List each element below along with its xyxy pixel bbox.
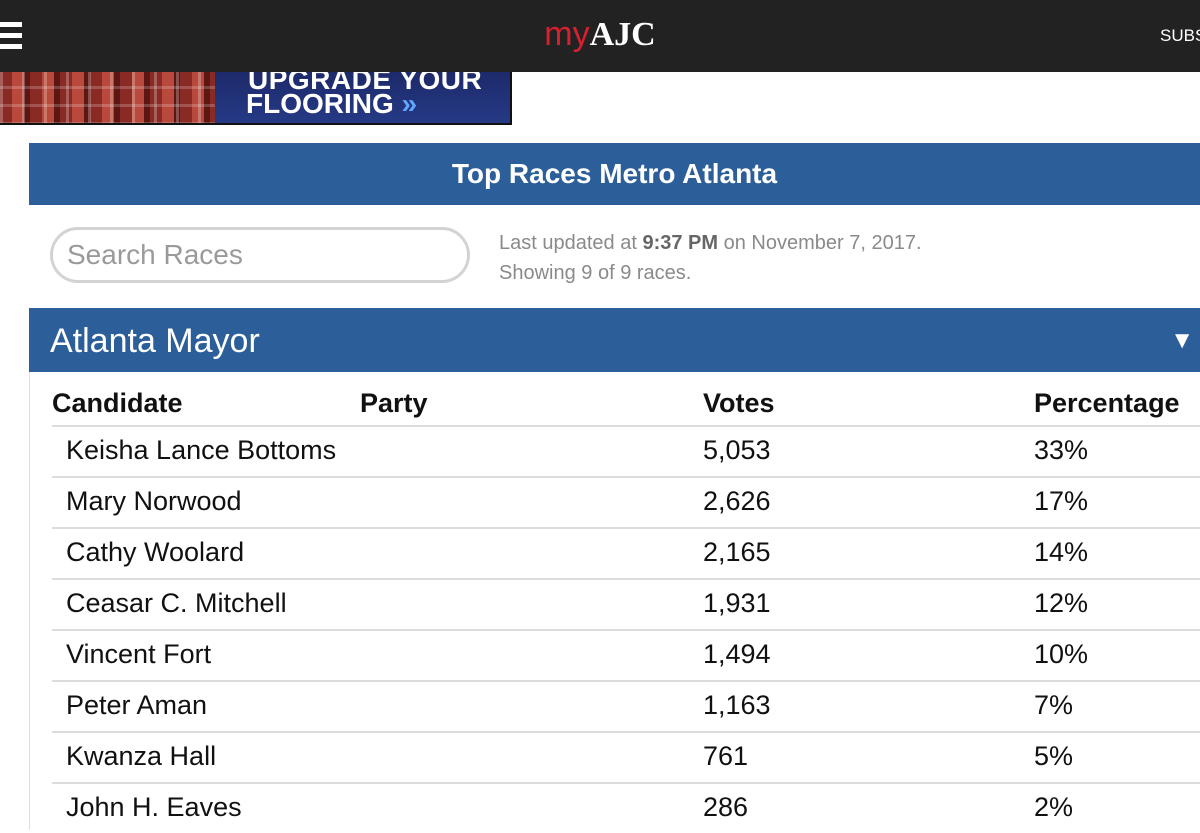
candidate-name: Mary Norwood: [66, 486, 242, 516]
candidate-percentage: 10%: [1034, 639, 1089, 669]
candidate-percentage: 12%: [1034, 588, 1089, 618]
ad-headline-line2: FLOORING »: [246, 90, 417, 118]
candidate-votes: 1,163: [703, 690, 771, 720]
race-header-atlanta-mayor[interactable]: Atlanta Mayor ▼: [29, 308, 1200, 372]
table-row: John H. Eaves 286 2%: [52, 782, 1200, 833]
candidate-votes: 2,165: [703, 537, 771, 567]
last-updated-info: Last updated at 9:37 PM on November 7, 2…: [499, 228, 922, 288]
table-row: Vincent Fort 1,494 10%: [52, 629, 1200, 680]
site-logo[interactable]: myAJC: [0, 14, 1200, 55]
candidate-percentage: 17%: [1034, 486, 1089, 516]
table-row: Cathy Woolard 2,165 14%: [52, 527, 1200, 578]
table-row: Kwanza Hall 761 5%: [52, 731, 1200, 782]
search-races-input[interactable]: [50, 227, 470, 283]
showing-count: Showing 9 of 9 races.: [499, 262, 692, 284]
race-title: Atlanta Mayor: [50, 322, 260, 360]
candidate-votes: 761: [703, 741, 749, 771]
candidate-percentage: 7%: [1034, 690, 1074, 720]
candidate-name: Peter Aman: [66, 690, 208, 720]
candidate-votes: 1,494: [703, 639, 771, 669]
candidate-votes: 1,931: [703, 588, 771, 618]
top-nav-bar: myAJC SUBS: [0, 0, 1200, 72]
logo-my-text: my: [544, 15, 590, 53]
candidate-percentage: 5%: [1034, 741, 1074, 771]
logo-ajc-text: AJC: [589, 16, 656, 53]
candidate-percentage: 14%: [1034, 537, 1089, 567]
candidate-votes: 5,053: [703, 435, 771, 465]
candidate-name: Kwanza Hall: [66, 741, 217, 771]
table-row: Ceasar C. Mitchell 1,931 12%: [52, 578, 1200, 629]
ad-arrows-icon: »: [401, 88, 418, 119]
updated-prefix: Last updated at: [499, 232, 643, 254]
candidate-name: Cathy Woolard: [66, 537, 245, 567]
table-row: Keisha Lance Bottoms 5,053 33%: [52, 425, 1200, 476]
updated-time: 9:37 PM: [642, 232, 719, 254]
collapse-toggle-icon[interactable]: ▼: [1170, 326, 1194, 356]
column-header-votes: Votes: [703, 388, 775, 418]
candidate-name: Vincent Fort: [66, 639, 212, 669]
updated-line: Last updated at 9:37 PM on November 7, 2…: [499, 228, 922, 258]
candidate-percentage: 33%: [1034, 435, 1089, 465]
candidate-votes: 286: [703, 792, 749, 822]
candidate-percentage: 2%: [1034, 792, 1074, 822]
flooring-ad-banner[interactable]: UPGRADE YOUR FLOORING »: [0, 72, 512, 125]
updated-suffix: on November 7, 2017.: [718, 232, 922, 254]
subscribe-link[interactable]: SUBS: [1160, 26, 1200, 46]
candidate-name: Ceasar C. Mitchell: [66, 588, 287, 618]
table-row: Peter Aman 1,163 7%: [52, 680, 1200, 731]
column-header-candidate: Candidate: [52, 388, 183, 418]
candidate-name: Keisha Lance Bottoms: [66, 435, 337, 465]
column-header-percentage: Percentage: [1034, 388, 1180, 418]
ad-line2-text: FLOORING: [246, 88, 394, 119]
top-races-header: Top Races Metro Atlanta: [29, 143, 1200, 205]
table-row: Mary Norwood 2,626 17%: [52, 476, 1200, 527]
ad-plaid-image: [0, 72, 215, 123]
candidate-name: John H. Eaves: [66, 792, 242, 822]
race-results-table: Candidate Party Votes Percentage Keisha …: [29, 372, 1200, 830]
column-header-party: Party: [360, 388, 428, 418]
candidate-votes: 2,626: [703, 486, 771, 516]
